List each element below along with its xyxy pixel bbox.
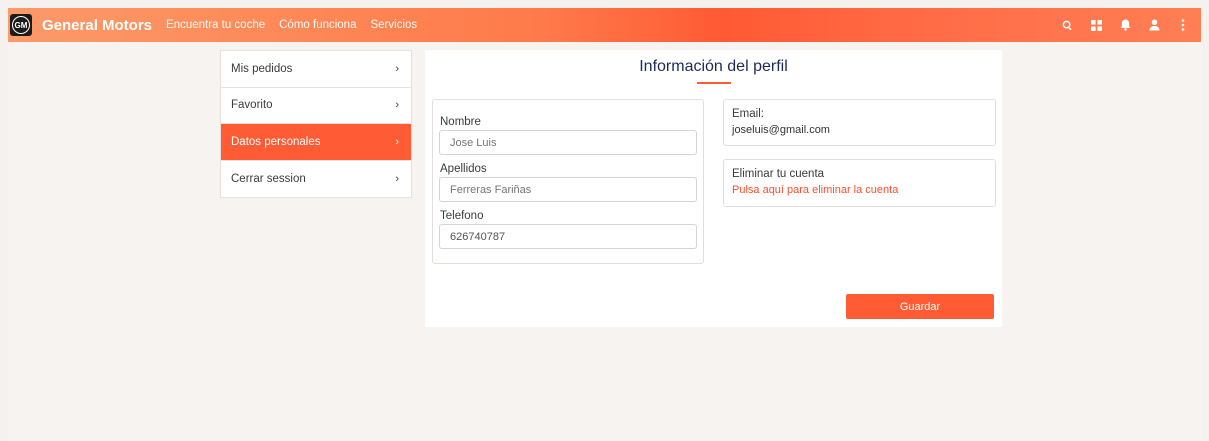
title-underline	[697, 82, 731, 84]
sidebar-item-label: Mis pedidos	[231, 62, 293, 75]
personal-data-card: Nombre Jose Luis Apellidos Ferreras Fari…	[432, 99, 704, 264]
nav-link-como-funciona[interactable]: Cómo funciona	[279, 19, 356, 31]
sidebar-item-cerrar-session[interactable]: Cerrar session ›	[221, 161, 411, 198]
top-icons-group	[1048, 8, 1193, 42]
nav-link-encuentra[interactable]: Encuentra tu coche	[166, 19, 265, 31]
email-label: Email:	[732, 108, 764, 120]
more-vert-icon[interactable]	[1173, 15, 1193, 35]
apellidos-input[interactable]: Ferreras Fariñas	[439, 177, 697, 202]
email-value: joseluis@gmail.com	[732, 124, 830, 136]
chevron-right-icon: ›	[395, 99, 399, 112]
save-button[interactable]: Guardar	[846, 294, 994, 319]
sidebar-item-mis-pedidos[interactable]: Mis pedidos ›	[221, 51, 411, 88]
nombre-input[interactable]: Jose Luis	[439, 130, 697, 155]
sidebar-item-label: Favorito	[231, 99, 273, 112]
email-card: Email: joseluis@gmail.com	[723, 99, 996, 146]
profile-panel: Información del perfil Nombre Jose Luis …	[425, 50, 1002, 327]
delete-account-link[interactable]: Pulsa aquí para eliminar la cuenta	[732, 184, 898, 196]
delete-account-title: Eliminar tu cuenta	[732, 168, 825, 180]
chevron-right-icon: ›	[395, 172, 399, 185]
sidebar-item-label: Cerrar session	[231, 172, 306, 185]
app-frame: GM General Motors Encuentra tu coche Cóm…	[8, 8, 1201, 441]
gm-logo-mark: GM	[12, 16, 30, 34]
apellidos-label: Apellidos	[440, 163, 487, 175]
delete-account-card: Eliminar tu cuenta Pulsa aquí para elimi…	[723, 159, 996, 207]
sidebar-item-datos-personales[interactable]: Datos personales ›	[221, 124, 411, 161]
sidebar-item-favorito[interactable]: Favorito ›	[221, 88, 411, 124]
nombre-label: Nombre	[440, 116, 481, 128]
bell-icon[interactable]	[1115, 15, 1135, 35]
nav-link-servicios[interactable]: Servicios	[370, 19, 417, 31]
grid-icon[interactable]	[1086, 15, 1106, 35]
gm-logo[interactable]: GM	[10, 14, 32, 36]
page-title: Información del perfil	[639, 58, 788, 75]
search-icon[interactable]	[1057, 15, 1077, 35]
brand-name[interactable]: General Motors	[42, 17, 152, 34]
sidebar-menu: Mis pedidos › Favorito › Datos personale…	[220, 50, 412, 198]
chevron-right-icon: ›	[395, 62, 399, 75]
telefono-label: Telefono	[440, 210, 484, 222]
top-navbar: GM General Motors Encuentra tu coche Cóm…	[8, 8, 1201, 42]
sidebar-item-label: Datos personales	[231, 135, 321, 148]
user-icon[interactable]	[1144, 15, 1164, 35]
chevron-right-icon: ›	[395, 135, 399, 148]
telefono-input[interactable]: 626740787	[439, 224, 697, 249]
